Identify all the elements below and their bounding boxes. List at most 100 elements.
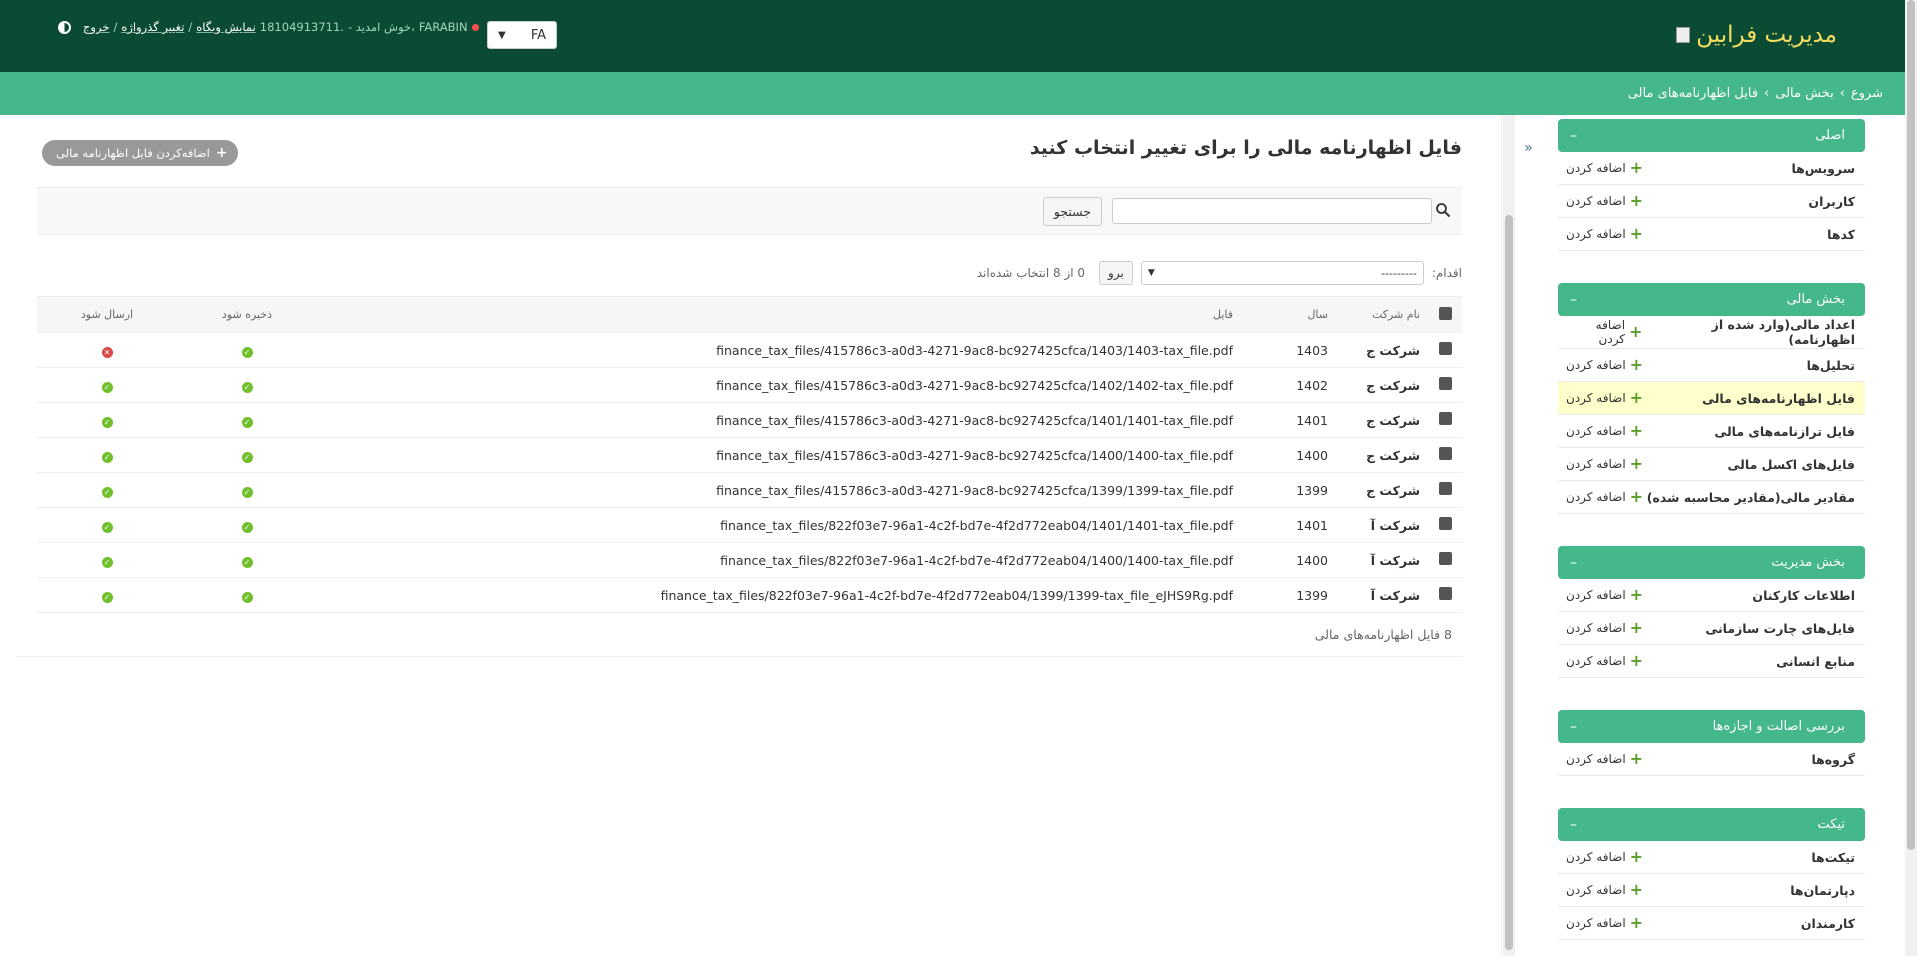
sidebar-item-label[interactable]: اطلاعات کارکنان <box>1752 588 1855 603</box>
sidebar-item-groups[interactable]: گروه‌ها + اضافه کردن <box>1558 743 1865 776</box>
column-header-saved[interactable]: ذخیره شود <box>177 296 317 333</box>
checkbox-icon[interactable] <box>1438 306 1452 320</box>
checkbox-icon[interactable] <box>1438 552 1452 565</box>
add-link[interactable]: + اضافه کردن <box>1566 390 1643 406</box>
sidebar-item-label[interactable]: کاربران <box>1808 194 1855 209</box>
add-label[interactable]: اضافه کردن <box>1566 318 1625 346</box>
sidebar-item-label[interactable]: فایل‌های چارت سازمانی <box>1705 621 1855 636</box>
add-link[interactable]: + اضافه کردن <box>1566 915 1643 931</box>
module-caption-label[interactable]: بخش مدیریت <box>1771 555 1845 570</box>
add-label[interactable]: اضافه کردن <box>1566 850 1626 864</box>
sidebar-item-label[interactable]: اعداد مالی(وارد شده از اظهارنامه) <box>1642 317 1855 347</box>
company-link[interactable]: شرکت ج <box>1336 472 1428 508</box>
language-select[interactable]: ▼ FA <box>487 21 557 49</box>
column-header-company[interactable]: نام شرکت <box>1336 296 1428 333</box>
add-label[interactable]: اضافه کردن <box>1566 391 1626 405</box>
add-tax-file-label[interactable]: اضافه‌کردن فایل اظهارنامه مالی <box>56 146 210 160</box>
scrollbar-thumb[interactable] <box>1505 215 1513 950</box>
add-link[interactable]: + اضافه کردن <box>1566 489 1643 505</box>
company-link[interactable]: شرکت آ <box>1336 542 1428 578</box>
add-tax-file-button[interactable]: + اضافه‌کردن فایل اظهارنامه مالی <box>42 140 238 166</box>
sidebar-item-org-chart-files[interactable]: فایل‌های چارت سازمانی + اضافه کردن <box>1558 612 1865 645</box>
scrollbar-thumb[interactable] <box>1907 0 1915 850</box>
module-caption[interactable]: اصلی – <box>1558 119 1865 152</box>
column-header-year[interactable]: سال <box>1241 296 1336 333</box>
collapse-icon[interactable]: – <box>1570 719 1577 735</box>
add-link[interactable]: + اضافه کردن <box>1566 882 1643 898</box>
search-button[interactable]: جستجو <box>1042 197 1102 226</box>
row-checkbox[interactable] <box>1428 367 1462 403</box>
sidebar-item-services[interactable]: سرویس‌ها + اضافه کردن <box>1558 152 1865 185</box>
add-label[interactable]: اضافه کردن <box>1566 490 1626 504</box>
collapse-icon[interactable]: – <box>1570 555 1577 571</box>
company-link[interactable]: شرکت ج <box>1336 332 1428 368</box>
add-label[interactable]: اضافه کردن <box>1566 883 1626 897</box>
sidebar-item-label[interactable]: دپارتمان‌ها <box>1790 883 1855 898</box>
sidebar-item-label[interactable]: مقادیر مالی(مقادیر محاسبه شده) <box>1647 490 1855 505</box>
go-button[interactable]: برو <box>1099 261 1133 285</box>
site-brand[interactable]: مدیریت فرابین <box>1676 22 1837 48</box>
sidebar-item-excel-files[interactable]: فایل‌های اکسل مالی + اضافه کردن <box>1558 448 1865 481</box>
sidebar-item-balance-sheet-files[interactable]: فایل ترازنامه‌های مالی + اضافه کردن <box>1558 415 1865 448</box>
company-link[interactable]: شرکت آ <box>1336 507 1428 543</box>
sidebar-item-label[interactable]: تیکت‌ها <box>1811 850 1855 865</box>
add-label[interactable]: اضافه کردن <box>1566 916 1626 930</box>
sidebar-item-codes[interactable]: کدها + اضافه کردن <box>1558 218 1865 251</box>
add-label[interactable]: اضافه کردن <box>1566 752 1626 766</box>
row-checkbox[interactable] <box>1428 577 1462 613</box>
company-link[interactable]: شرکت ج <box>1336 402 1428 438</box>
sidebar-item-label[interactable]: منابع انسانی <box>1776 654 1855 669</box>
add-label[interactable]: اضافه کردن <box>1566 654 1626 668</box>
sidebar-item-departments[interactable]: دپارتمان‌ها + اضافه کردن <box>1558 874 1865 907</box>
sidebar-item-label[interactable]: کارمندان <box>1801 916 1855 931</box>
add-link[interactable]: + اضافه کردن <box>1566 423 1643 439</box>
sidebar-item-label[interactable]: فایل‌های اکسل مالی <box>1728 457 1855 472</box>
add-label[interactable]: اضافه کردن <box>1566 358 1626 372</box>
sidebar-item-employees[interactable]: کارمندان + اضافه کردن <box>1558 907 1865 940</box>
sidebar-item-staff-info[interactable]: اطلاعات کارکنان + اضافه کردن <box>1558 579 1865 612</box>
row-checkbox[interactable] <box>1428 332 1462 368</box>
add-link[interactable]: + اضافه کردن <box>1566 849 1643 865</box>
row-checkbox[interactable] <box>1428 507 1462 543</box>
breadcrumb-section[interactable]: بخش مالی <box>1775 86 1833 101</box>
column-header-sent[interactable]: ارسال شود <box>37 296 177 333</box>
add-link[interactable]: + اضافه کردن <box>1566 587 1643 603</box>
column-header-file[interactable]: فایل <box>317 296 1241 333</box>
module-caption[interactable]: بخش مالی – <box>1558 283 1865 316</box>
select-all-checkbox[interactable] <box>1428 296 1462 333</box>
checkbox-icon[interactable] <box>1438 412 1452 425</box>
checkbox-icon[interactable] <box>1438 342 1452 355</box>
sidebar-item-label[interactable]: تحلیل‌ها <box>1807 358 1855 373</box>
action-select[interactable]: --------- ▼ <box>1140 261 1424 285</box>
sidebar-item-tax-files[interactable]: فایل اظهارنامه‌های مالی + اضافه کردن <box>1558 382 1865 415</box>
company-link[interactable]: شرکت ج <box>1336 437 1428 473</box>
search-input[interactable] <box>1112 198 1432 224</box>
add-label[interactable]: اضافه کردن <box>1566 621 1626 635</box>
sidebar-item-analyses[interactable]: تحلیل‌ها + اضافه کردن <box>1558 349 1865 382</box>
add-label[interactable]: اضافه کردن <box>1566 424 1626 438</box>
module-caption-label[interactable]: بررسی اصالت و اجازه‌ها <box>1713 719 1845 734</box>
add-link[interactable]: + اضافه کردن <box>1566 318 1643 346</box>
checkbox-icon[interactable] <box>1438 587 1452 600</box>
company-link[interactable]: شرکت آ <box>1336 577 1428 613</box>
checkbox-icon[interactable] <box>1438 377 1452 390</box>
add-link[interactable]: + اضافه کردن <box>1566 751 1643 767</box>
module-caption-label[interactable]: تیکت <box>1818 817 1846 832</box>
sidebar-item-financial-values[interactable]: مقادیر مالی(مقادیر محاسبه شده) + اضافه کر… <box>1558 481 1865 514</box>
sidebar-item-human-resources[interactable]: منابع انسانی + اضافه کردن <box>1558 645 1865 678</box>
brand-title[interactable]: مدیریت فرابین <box>1696 22 1837 48</box>
collapse-icon[interactable]: – <box>1570 128 1577 144</box>
theme-toggle-icon[interactable] <box>58 20 71 34</box>
checkbox-icon[interactable] <box>1438 447 1452 460</box>
sidebar-item-label[interactable]: سرویس‌ها <box>1791 161 1855 176</box>
add-link[interactable]: + اضافه کردن <box>1566 160 1643 176</box>
add-link[interactable]: + اضافه کردن <box>1566 653 1643 669</box>
add-label[interactable]: اضافه کردن <box>1566 161 1626 175</box>
row-checkbox[interactable] <box>1428 542 1462 578</box>
collapse-icon[interactable]: – <box>1570 817 1577 833</box>
sidebar-toggle-button[interactable]: « <box>1515 125 1542 170</box>
add-label[interactable]: اضافه کردن <box>1566 457 1626 471</box>
row-checkbox[interactable] <box>1428 472 1462 508</box>
collapse-icon[interactable]: – <box>1570 292 1577 308</box>
checkbox-icon[interactable] <box>1438 517 1452 530</box>
